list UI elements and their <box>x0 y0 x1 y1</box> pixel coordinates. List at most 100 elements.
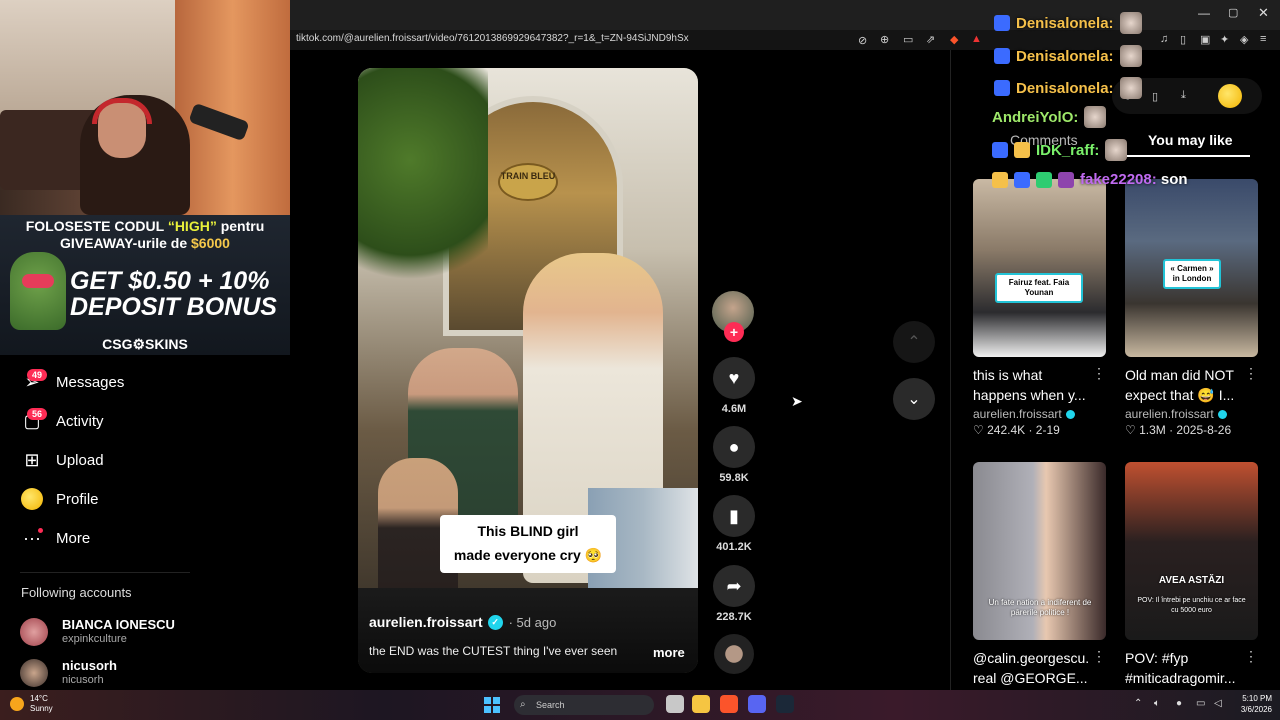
video-caption-overlay: This BLIND girl made everyone cry 🥺 <box>440 515 616 573</box>
kebab-menu-icon[interactable]: ⋮ <box>1092 365 1106 382</box>
card-author[interactable]: aurelien.froissart <box>973 407 1062 421</box>
chevron-up-icon: ⌃ <box>907 334 921 351</box>
chat-badge-icon <box>994 48 1010 64</box>
activity-badge: 56 <box>27 408 48 420</box>
recommended-video-card[interactable]: « Carmen » in London ⋮ Old man did NOT e… <box>1125 179 1258 437</box>
recommended-video-card[interactable]: Fairuz feat. Faia Younan ⋮ this is what … <box>973 179 1106 437</box>
video-author[interactable]: aurelien.froissart ✓ · 5d ago <box>369 614 556 630</box>
card-stats: ♡ 1.3M · 2025-8-26 <box>1125 423 1232 437</box>
mascot-image <box>10 252 66 330</box>
thumbnail-label: Un fate nation a indiferent de pārerile … <box>988 598 1092 617</box>
thumbnail-label: Fairuz feat. Faia Younan <box>995 273 1083 303</box>
heart-icon[interactable]: ♥ <box>713 357 755 399</box>
save-action[interactable]: ▮ 401.2K <box>713 495 755 553</box>
recommended-video-card[interactable]: AVEA ASTĂZI POV: Il întrebi pe unchiu ce… <box>1125 462 1258 688</box>
comment-icon[interactable]: ● <box>713 426 755 468</box>
kebab-menu-icon[interactable]: ⋮ <box>1092 648 1106 665</box>
share-arrow-icon[interactable]: ➦ <box>713 565 755 607</box>
kebab-menu-icon[interactable]: ⋮ <box>1244 365 1258 382</box>
chat-message: AndreiYolO: <box>992 106 1107 128</box>
no-video-icon[interactable]: ⊘ <box>858 34 867 47</box>
video-thumbnail[interactable]: « Carmen » in London <box>1125 179 1258 357</box>
thumbnail-sublabel: POV: Il întrebi pe unchiu ce ar face cu … <box>1137 597 1246 614</box>
sidebar-item-label: Messages <box>56 373 125 391</box>
chat-badge-icon <box>992 171 1008 188</box>
close-window-button[interactable]: ✕ <box>1258 5 1269 21</box>
cast-icon[interactable]: ▭ <box>903 33 913 46</box>
music-disc-icon[interactable] <box>714 634 754 674</box>
like-action[interactable]: ♥ 4.6M <box>713 357 755 415</box>
comment-count: 59.8K <box>719 472 749 484</box>
more-button[interactable]: more <box>653 645 685 660</box>
next-video-button[interactable]: ⌄ <box>893 378 935 420</box>
vpn-icon[interactable]: ◈ <box>1240 33 1248 46</box>
chat-emote-icon <box>1119 12 1142 34</box>
menu-icon[interactable]: ≡ <box>1260 33 1266 45</box>
start-button[interactable] <box>484 697 500 713</box>
minimize-button[interactable]: — <box>1198 6 1210 20</box>
follow-plus-icon[interactable]: + <box>724 322 744 342</box>
sidebar-divider <box>20 572 190 573</box>
following-account-item[interactable]: BIANCA IONESCU expinkculture <box>20 617 175 646</box>
chat-badge-icon <box>992 142 1008 158</box>
taskbar-clock[interactable]: 5:10 PM 3/6/2026 <box>1228 693 1272 715</box>
search-icon: ⌕ <box>520 699 526 710</box>
volume-icon[interactable]: ◁ <box>1214 698 1222 709</box>
music-icon[interactable]: ♫ <box>1160 33 1168 45</box>
chat-badge-icon <box>994 15 1010 31</box>
download-icon[interactable]: ⤓ <box>1181 89 1186 102</box>
weather-widget[interactable]: 14°C Sunny <box>10 694 53 714</box>
avatar <box>20 617 48 646</box>
comment-action[interactable]: ● 59.8K <box>713 426 755 484</box>
share-icon[interactable]: ⇗ <box>926 33 935 46</box>
thumbnail-label: AVEA ASTĂZI <box>1158 575 1225 586</box>
sidebar-item-profile[interactable]: Profile <box>20 486 99 512</box>
mic-icon[interactable]: ● <box>1176 698 1182 709</box>
kebab-menu-icon[interactable]: ⋮ <box>1244 648 1258 665</box>
video-description: the END was the CUTEST thing I've ever s… <box>369 644 618 658</box>
brave-browser-icon[interactable] <box>720 695 738 713</box>
video-thumbnail[interactable]: AVEA ASTĂZI POV: Il întrebi pe unchiu ce… <box>1125 462 1258 640</box>
author-name[interactable]: aurelien.froissart <box>369 614 483 630</box>
task-view-icon[interactable] <box>666 695 684 713</box>
device-icon[interactable]: ▯ <box>1152 90 1158 103</box>
card-author[interactable]: aurelien.froissart <box>1125 407 1214 421</box>
maximize-button[interactable]: ▢ <box>1228 6 1238 19</box>
ai-icon[interactable]: ✦ <box>1220 33 1229 46</box>
wallet-icon[interactable]: ▣ <box>1200 33 1210 46</box>
discord-icon[interactable] <box>748 695 766 713</box>
video-thumbnail[interactable]: Fairuz feat. Faia Younan <box>973 179 1106 357</box>
chat-emote-icon <box>1119 77 1142 99</box>
taskbar-search[interactable]: ⌕ Search <box>514 695 654 715</box>
share-action[interactable]: ➦ 228.7K <box>713 565 755 623</box>
network-icon[interactable]: ▭ <box>1196 698 1205 709</box>
chat-badge-icon <box>1014 171 1030 188</box>
steam-icon[interactable] <box>776 695 794 713</box>
train-bleu-sign: TRAIN BLEU <box>498 163 558 201</box>
video-player[interactable]: TRAIN BLEU <box>358 68 698 673</box>
share-count: 228.7K <box>716 611 752 623</box>
tab-you-may-like[interactable]: You may like <box>1148 132 1233 148</box>
url-text[interactable]: tiktok.com/@aurelien.froissart/video/761… <box>296 33 689 44</box>
save-count: 401.2K <box>716 541 752 553</box>
card-title: Old man did NOT <box>1125 367 1234 383</box>
sidebar-icon[interactable]: ▯ <box>1180 33 1186 46</box>
profile-emoji-icon[interactable] <box>1218 84 1242 108</box>
sidebar-item-label: Upload <box>56 451 104 469</box>
brave-shield-icon[interactable]: ◆ <box>950 33 958 46</box>
mouse-cursor-icon: ➤ <box>791 393 803 409</box>
rewards-icon[interactable]: ▲ <box>971 33 982 45</box>
following-account-item[interactable]: nicusorh nicusorh <box>20 658 117 687</box>
recommended-video-card[interactable]: Un fate nation a indiferent de pārerile … <box>973 462 1106 688</box>
chat-message: Denisalonela: <box>994 77 1142 99</box>
chat-message: IDK_raff: <box>992 139 1128 161</box>
zoom-icon[interactable]: ⊕ <box>880 33 889 46</box>
speaker-icon[interactable]: 🔈︎ <box>1154 698 1160 709</box>
file-explorer-icon[interactable] <box>692 695 710 713</box>
sidebar-item-upload[interactable]: ⊞ Upload <box>20 447 104 473</box>
sidebar-item-more[interactable]: ··· More <box>20 525 90 551</box>
tray-chevron-icon[interactable]: ⌃ <box>1134 698 1142 709</box>
bookmark-icon[interactable]: ▮ <box>713 495 755 537</box>
previous-video-button[interactable]: ⌃ <box>893 321 935 363</box>
video-thumbnail[interactable]: Un fate nation a indiferent de pārerile … <box>973 462 1106 640</box>
